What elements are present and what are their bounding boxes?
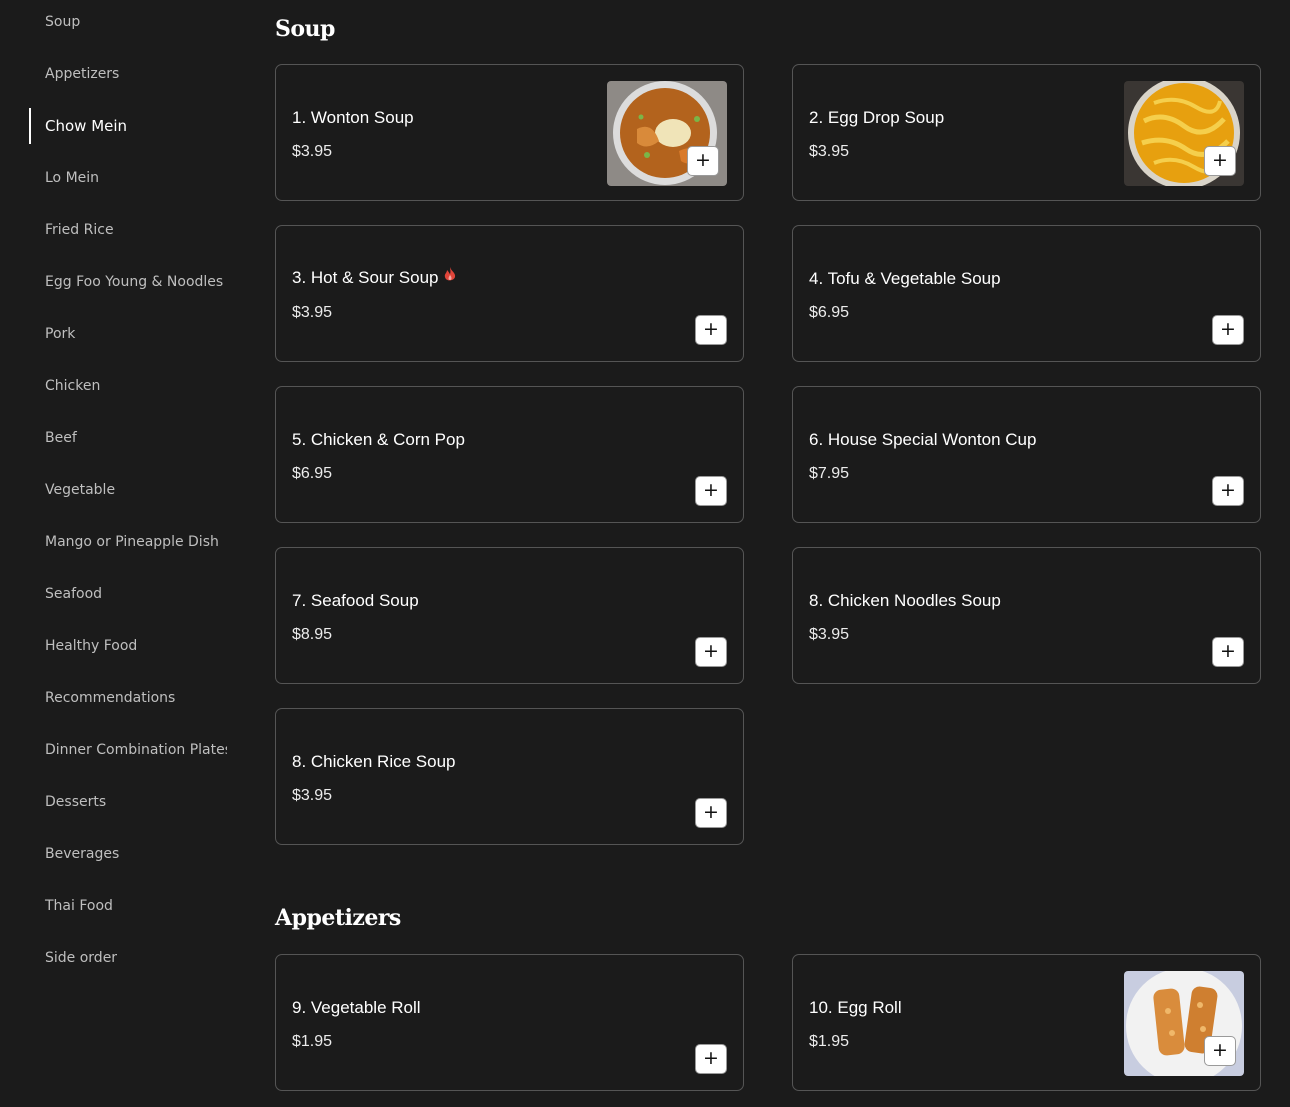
category-sidebar: Soup Appetizers Chow Mein Lo Mein Fried … — [0, 0, 235, 1107]
menu-item-price: $7.95 — [809, 465, 850, 482]
add-to-cart-button[interactable]: + — [695, 476, 727, 506]
menu-item-card[interactable]: 10. Egg Roll $1.95 + — [792, 954, 1261, 1091]
sidebar-item-appetizers[interactable]: Appetizers — [29, 56, 227, 92]
menu-item-price: $1.95 — [809, 1033, 850, 1050]
add-to-cart-button[interactable]: + — [695, 637, 727, 667]
menu-item-card[interactable]: 2. Egg Drop Soup $3.95 + — [792, 64, 1261, 201]
egg-roll-photo[interactable]: + — [1124, 971, 1244, 1076]
menu-item-card[interactable]: 7. Seafood Soup $8.95 + — [275, 547, 744, 684]
menu-item-price: $3.95 — [809, 143, 850, 160]
add-to-cart-button[interactable]: + — [1212, 637, 1244, 667]
sidebar-item-healthy-food[interactable]: Healthy Food — [29, 628, 227, 664]
sidebar-item-beef[interactable]: Beef — [29, 420, 227, 456]
menu-item-name: 3. Hot & Sour Soup — [292, 268, 439, 287]
add-to-cart-button[interactable]: + — [1204, 146, 1236, 176]
menu-item-name: 6. House Special Wonton Cup — [809, 430, 1037, 449]
egg-drop-soup-photo[interactable]: + — [1124, 81, 1244, 186]
menu-item-name: 4. Tofu & Vegetable Soup — [809, 269, 1001, 288]
sidebar-item-fried-rice[interactable]: Fried Rice — [29, 212, 227, 248]
menu-item-card[interactable]: 9. Vegetable Roll $1.95 + — [275, 954, 744, 1091]
menu-item-card[interactable]: 3. Hot & Sour Soup $3.95 + — [275, 225, 744, 362]
add-to-cart-button[interactable]: + — [687, 146, 719, 176]
menu-item-price: $3.95 — [809, 626, 850, 643]
sidebar-item-thai-food[interactable]: Thai Food — [29, 888, 227, 924]
menu-item-price: $8.95 — [292, 626, 333, 643]
menu-item-name: 2. Egg Drop Soup — [809, 108, 945, 127]
sidebar-item-seafood[interactable]: Seafood — [29, 576, 227, 612]
menu-item-name: 1. Wonton Soup — [292, 108, 414, 127]
menu-item-name: 9. Vegetable Roll — [292, 998, 421, 1017]
sidebar-item-mango-pineapple[interactable]: Mango or Pineapple Dish — [29, 524, 227, 560]
menu-item-name: 8. Chicken Noodles Soup — [809, 591, 1001, 610]
add-to-cart-button[interactable]: + — [1204, 1036, 1236, 1066]
sidebar-item-beverages[interactable]: Beverages — [29, 836, 227, 872]
menu-item-card[interactable]: 5. Chicken & Corn Pop $6.95 + — [275, 386, 744, 523]
section-title-soup: Soup — [275, 16, 335, 42]
sidebar-item-recommendations[interactable]: Recommendations — [29, 680, 227, 716]
sidebar-item-pork[interactable]: Pork — [29, 316, 227, 352]
menu-item-card[interactable]: 1. Wonton Soup $3.95 + — [275, 64, 744, 201]
menu-item-name: 7. Seafood Soup — [292, 591, 419, 610]
sidebar-item-chicken[interactable]: Chicken — [29, 368, 227, 404]
menu-item-price: $3.95 — [292, 143, 333, 160]
menu-item-card[interactable]: 8. Chicken Noodles Soup $3.95 + — [792, 547, 1261, 684]
sidebar-item-side-order[interactable]: Side order — [29, 940, 227, 976]
wonton-soup-photo[interactable]: + — [607, 81, 727, 186]
add-to-cart-button[interactable]: + — [695, 798, 727, 828]
sidebar-item-dinner-combination[interactable]: Dinner Combination Plates — [29, 732, 227, 768]
add-to-cart-button[interactable]: + — [695, 315, 727, 345]
sidebar-item-soup[interactable]: Soup — [29, 4, 227, 40]
add-to-cart-button[interactable]: + — [1212, 476, 1244, 506]
menu-item-card[interactable]: 8. Chicken Rice Soup $3.95 + — [275, 708, 744, 845]
sidebar-item-egg-foo-young[interactable]: Egg Foo Young & Noodles — [29, 264, 227, 300]
menu-item-name: 8. Chicken Rice Soup — [292, 752, 456, 771]
sidebar-item-vegetable[interactable]: Vegetable — [29, 472, 227, 508]
menu-item-card[interactable]: 6. House Special Wonton Cup $7.95 + — [792, 386, 1261, 523]
menu-item-price: $6.95 — [292, 465, 333, 482]
add-to-cart-button[interactable]: + — [695, 1044, 727, 1074]
sidebar-item-lo-mein[interactable]: Lo Mein — [29, 160, 227, 196]
add-to-cart-button[interactable]: + — [1212, 315, 1244, 345]
menu-item-name: 5. Chicken & Corn Pop — [292, 430, 465, 449]
sidebar-item-chow-mein[interactable]: Chow Mein — [29, 108, 227, 144]
menu-item-name: 10. Egg Roll — [809, 998, 902, 1017]
menu-item-price: $3.95 — [292, 787, 333, 804]
menu-item-title: 3. Hot & Sour Soup — [292, 267, 456, 288]
menu-item-price: $6.95 — [809, 304, 850, 321]
menu-item-card[interactable]: 4. Tofu & Vegetable Soup $6.95 + — [792, 225, 1261, 362]
section-title-appetizers: Appetizers — [275, 905, 401, 931]
menu-item-price: $1.95 — [292, 1033, 333, 1050]
menu-item-price: $3.95 — [292, 304, 333, 321]
sidebar-item-desserts[interactable]: Desserts — [29, 784, 227, 820]
flame-icon — [444, 267, 456, 287]
